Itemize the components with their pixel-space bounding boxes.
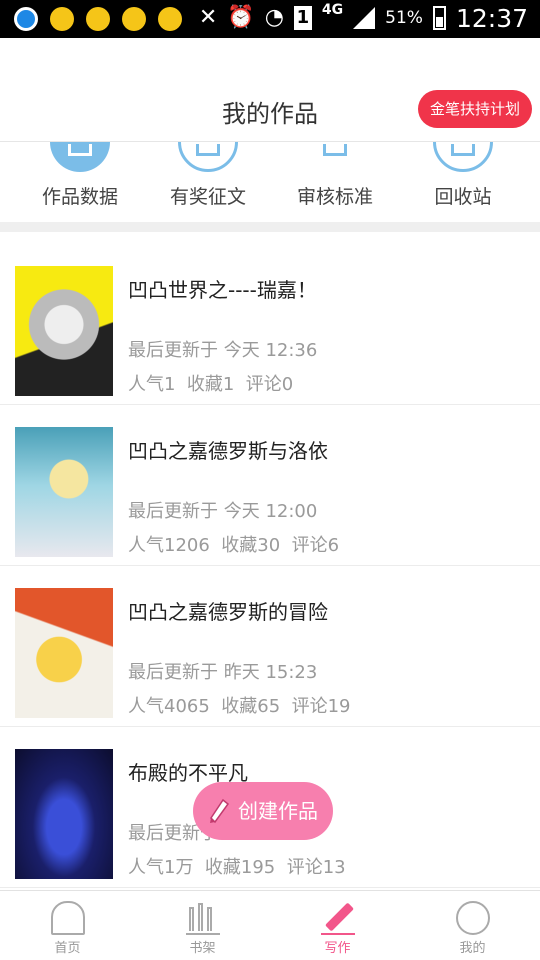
battery-icon	[432, 6, 446, 30]
golden-pen-program-button[interactable]: 金笔扶持计划	[417, 90, 532, 128]
work-title: 凹凸之嘉德罗斯的冒险	[128, 600, 328, 624]
work-title: 凹凸世界之----瑞嘉！	[128, 278, 317, 302]
bookshelf-icon	[185, 901, 220, 935]
status-bar: ✕ ⏰ ◔ 1 4G 51% 12:37	[0, 0, 540, 38]
work-stats: 人气4065 收藏65 评论19	[128, 696, 351, 717]
alarm-icon: ⏰	[227, 5, 255, 30]
clock: 12:37	[455, 3, 528, 33]
work-updated: 最后更新于 今天 12:36	[128, 340, 318, 361]
network-type: 4G	[321, 2, 344, 18]
tab-home[interactable]: 首页	[0, 891, 135, 960]
battery-percent: 51%	[385, 8, 423, 28]
bulb-icon	[50, 7, 74, 31]
bulb-icon	[122, 7, 146, 31]
sim-icon: 1	[293, 6, 312, 30]
bulb-icon	[158, 7, 182, 31]
work-title: 凹凸之嘉德罗斯与洛依	[128, 439, 328, 463]
app-header: 我的作品 金笔扶持计划	[0, 38, 540, 142]
work-updated: 最后更新于 今天 12:00	[128, 501, 318, 522]
tab-bookshelf[interactable]: 书架	[135, 891, 270, 960]
create-work-button[interactable]: 创建作品	[193, 782, 333, 840]
work-item[interactable]: 凹凸之嘉德罗斯与洛依 最后更新于 今天 12:00 人气1206 收藏30 评论…	[0, 405, 540, 566]
tab-label: 书架	[189, 941, 216, 956]
bulb-icon	[86, 7, 110, 31]
profile-icon	[455, 901, 490, 935]
tab-label: 写作	[324, 941, 351, 956]
qq-icon	[14, 7, 38, 31]
work-item[interactable]: 凹凸之嘉德罗斯的冒险 最后更新于 昨天 15:23 人气4065 收藏65 评论…	[0, 566, 540, 727]
create-work-label: 创建作品	[238, 799, 318, 823]
action-label: 回收站	[434, 186, 492, 208]
tab-me[interactable]: 我的	[405, 891, 540, 960]
work-updated: 最后更新于 昨天 15:23	[128, 662, 318, 683]
review-standard-action[interactable]: 审核标准	[265, 142, 405, 209]
signal-icon	[353, 7, 376, 29]
tab-write[interactable]: 写作	[270, 891, 405, 960]
work-data-action[interactable]: 作品数据	[10, 142, 150, 209]
tab-label: 我的	[459, 941, 486, 956]
work-cover[interactable]	[15, 749, 113, 879]
action-label: 作品数据	[41, 186, 118, 208]
recycle-bin-action[interactable]: 回收站	[393, 142, 533, 209]
work-cover[interactable]	[15, 427, 113, 557]
contest-action[interactable]: 有奖征文	[138, 142, 278, 209]
work-stats: 人气1 收藏1 评论0	[128, 374, 294, 395]
pencil-icon	[210, 798, 230, 824]
section-divider	[0, 222, 540, 232]
write-icon	[320, 901, 355, 935]
action-label: 审核标准	[296, 186, 373, 208]
mute-icon: ✕	[198, 5, 218, 30]
wifi-icon: ◔	[264, 5, 284, 30]
work-item[interactable]: 凹凸世界之----瑞嘉！ 最后更新于 今天 12:36 人气1 收藏1 评论0	[0, 244, 540, 405]
work-cover[interactable]	[15, 588, 113, 718]
tab-label: 首页	[54, 941, 81, 956]
work-cover[interactable]	[15, 266, 113, 396]
bottom-tab-bar: 首页 书架 写作 我的	[0, 890, 540, 960]
action-label: 有奖征文	[169, 186, 246, 208]
work-stats: 人气1206 收藏30 评论6	[128, 535, 340, 556]
work-stats: 人气1万 收藏195 评论13	[128, 857, 346, 878]
quick-actions: 作品数据 有奖征文 审核标准 回收站	[0, 142, 540, 222]
home-icon	[50, 901, 85, 935]
